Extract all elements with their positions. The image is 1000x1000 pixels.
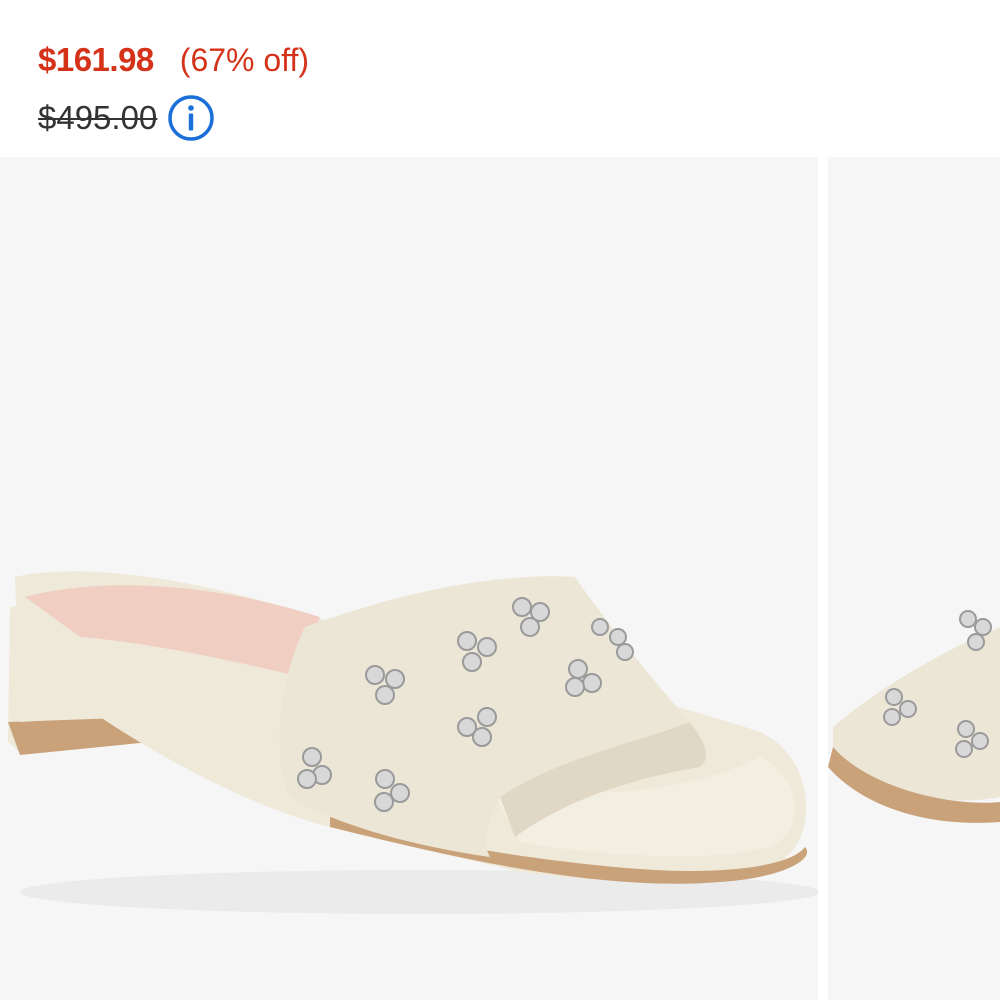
original-price: $495.00 bbox=[38, 99, 158, 136]
price-row: $161.98 (67% off) bbox=[38, 30, 978, 90]
original-price-row: $495.00 bbox=[38, 90, 978, 146]
sale-price: $161.98 bbox=[38, 41, 154, 78]
info-circle-icon[interactable] bbox=[167, 94, 215, 142]
product-page: $161.98 (67% off) $495.00 bbox=[0, 0, 1000, 1000]
product-image-gallery bbox=[0, 157, 1000, 1000]
product-image-next[interactable] bbox=[828, 157, 1000, 1000]
product-image-main[interactable] bbox=[0, 157, 818, 1000]
discount-percent: (67% off) bbox=[179, 41, 310, 78]
price-block: $161.98 (67% off) $495.00 bbox=[38, 30, 978, 146]
